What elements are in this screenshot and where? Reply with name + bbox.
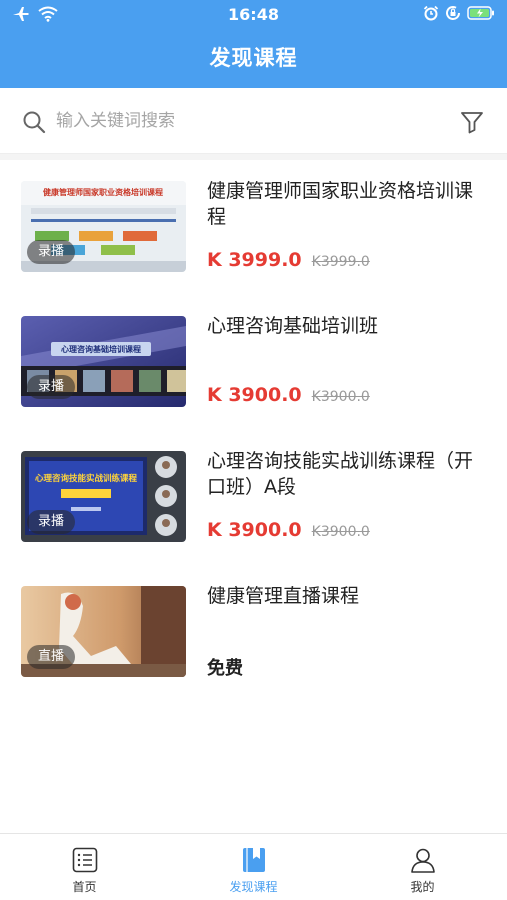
- course-price-row: K 3900.0 K3900.0: [207, 384, 370, 406]
- search-icon: [23, 111, 46, 134]
- thumbnail-caption: 心理咨询技能实战训练课程: [35, 473, 138, 484]
- tab-discover-courses[interactable]: 发现课程: [169, 834, 338, 900]
- thumbnail-caption: 健康管理师国家职业资格培训课程: [43, 187, 163, 197]
- course-item[interactable]: 心理咨询技能实战训练课程 录播 心理咨询技能实战训练课程（开口班）A段 K 39…: [0, 430, 507, 565]
- bookmark-book-icon: [242, 848, 265, 872]
- course-price-row: 免费: [207, 654, 243, 680]
- course-original-price: K3900.0: [311, 389, 370, 405]
- search-bar: [0, 88, 507, 154]
- course-original-price: K3999.0: [311, 254, 370, 270]
- course-thumbnail: 心理咨询技能实战训练课程 录播: [21, 451, 186, 542]
- status-bar: 16:48: [0, 0, 507, 30]
- course-price: K 3999.0: [207, 249, 302, 271]
- course-title: 健康管理直播课程: [207, 585, 360, 607]
- status-right: [423, 5, 495, 21]
- alarm-icon: [423, 5, 439, 21]
- course-type-badge: 录播: [27, 240, 76, 264]
- course-type-badge: 录播: [27, 375, 76, 399]
- course-price: K 3900.0: [207, 384, 302, 406]
- tab-label: 首页: [72, 880, 97, 894]
- course-price: 免费: [207, 658, 243, 679]
- course-thumbnail: 心理咨询基础培训课程 录播: [21, 316, 186, 407]
- course-price-row: K 3999.0 K3999.0: [207, 249, 370, 271]
- course-price-row: K 3900.0 K3900.0: [207, 519, 370, 541]
- course-original-price: K3900.0: [311, 524, 370, 540]
- filter-icon[interactable]: [459, 109, 485, 135]
- home-list-icon: [72, 847, 97, 873]
- course-type-badge: 录播: [27, 510, 76, 534]
- course-thumbnail: 直播: [21, 586, 186, 677]
- battery-charging-icon: [467, 6, 494, 20]
- course-item[interactable]: 心理咨询基础培训课程 录播 心理咨询基础培训班 K 3900.0 K3900.0: [0, 295, 507, 430]
- course-title: 心理咨询技能实战训练课程（开口班）A段: [207, 450, 474, 498]
- bottom-tab-bar: 首页 发现课程 我的: [0, 833, 507, 900]
- tab-label: 我的: [410, 880, 435, 894]
- page-title: 发现课程: [209, 46, 298, 70]
- search-input[interactable]: [56, 106, 416, 136]
- thumbnail-caption: 心理咨询基础培训课程: [61, 344, 141, 354]
- rotation-lock-icon: [446, 6, 460, 20]
- tab-home[interactable]: 首页: [0, 834, 169, 900]
- top-bar: 16:48 发现课程: [0, 0, 507, 88]
- course-item[interactable]: 健康管理师国家职业资格培训课程 录播 健康管理师国家职业资格培训课程 K 399…: [0, 160, 507, 295]
- course-title: 健康管理师国家职业资格培训课程: [207, 180, 474, 228]
- course-item[interactable]: 直播 健康管理直播课程 免费: [0, 565, 507, 700]
- course-price: K 3900.0: [207, 519, 302, 541]
- course-title: 心理咨询基础培训班: [207, 315, 379, 337]
- course-type-badge: 直播: [27, 645, 76, 669]
- course-list: 健康管理师国家职业资格培训课程 录播 健康管理师国家职业资格培训课程 K 399…: [0, 160, 507, 700]
- user-icon: [410, 848, 435, 873]
- course-thumbnail: 健康管理师国家职业资格培训课程 录播: [21, 181, 186, 272]
- tab-label: 发现课程: [229, 880, 278, 894]
- tab-mine[interactable]: 我的: [338, 834, 507, 900]
